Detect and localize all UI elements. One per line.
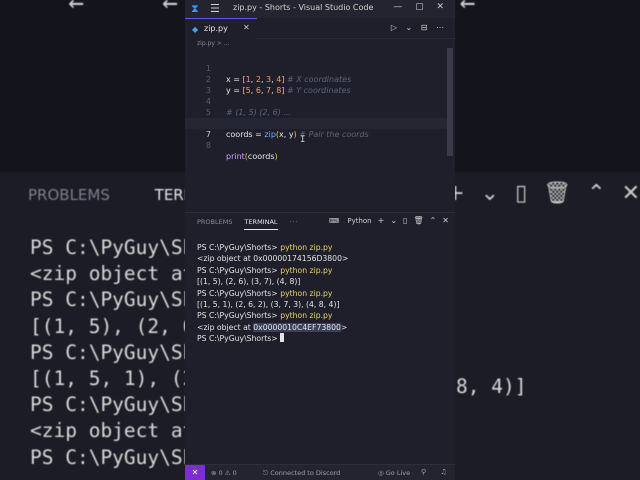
code-token: print [226, 152, 245, 161]
terminal-line: <zip object at 0x0000010C4EF73800> [197, 322, 348, 333]
terminal-command: python zip.py [280, 265, 333, 275]
background-line: PS C:\PyGuy\Sh [30, 393, 195, 417]
tab-problems[interactable]: PROBLEMS [197, 218, 232, 226]
terminal-command: python zip.py [280, 288, 333, 298]
shell-label: Python [347, 217, 372, 225]
terminal-line: PS C:\PyGuy\Shorts> python zip.py [197, 288, 348, 299]
background-chevron-down-icon: ⌄ [480, 181, 500, 206]
editor-tab-bar: ◆ zip.py ✕ ▷ ⌄ ⊟ ⋯ [185, 18, 455, 39]
terminal-prompt: PS C:\PyGuy\Shorts> [197, 265, 278, 275]
status-right-icons[interactable]: ⚲ ♫ [421, 468, 453, 476]
selected-text: 0x0000010C4EF73800 [253, 322, 341, 332]
background-line: <zip object at [30, 262, 195, 286]
add-terminal-icon[interactable]: + [378, 216, 385, 225]
bottom-panel: PROBLEMS TERMINAL ··· ⌨ Python + ⌄ ▯ 🗑 ⌃ ✕ PS C:… [185, 212, 455, 465]
current-code-line: 7 [185, 118, 447, 139]
window-controls[interactable]: — ▢ ✕ [393, 2, 449, 12]
broadcast-icon: ◎ [378, 469, 386, 477]
code-line: 5 [185, 96, 447, 117]
terminal-command: python zip.py [280, 243, 333, 252]
code-line: 1 x = [1, 2, 3, 4] # X coordinates [185, 52, 447, 84]
terminal-icon: ⌨ [329, 217, 340, 225]
tab-label: zip.py [204, 24, 228, 33]
tab-close-icon[interactable]: ✕ [243, 23, 250, 32]
code-line: 2 y = [5, 6, 7, 8] # Y coordinates [185, 63, 447, 95]
terminal-output[interactable]: PS C:\PyGuy\Shorts> python zip.py <zip ob… [197, 242, 348, 345]
terminal-shell-selector[interactable]: ⌨ Python [323, 217, 372, 225]
go-live-label: Go Live [385, 469, 411, 477]
background-panel-icons: + ⌄ ▯ 🗑 ⌃ ✕ [430, 181, 640, 206]
code-line: 3 [185, 74, 447, 95]
terminal-prompt: PS C:\PyGuy\Shorts> [197, 334, 278, 344]
editor-scrollbar[interactable] [447, 48, 453, 156]
background-line: [(1, 5, 1), (2 [30, 367, 195, 391]
background-line: [(1, 5), (2, 6 [30, 314, 195, 338]
tab-terminal[interactable]: TERMINAL [244, 218, 278, 230]
more-icon[interactable]: ··· [290, 218, 299, 226]
background-split-icon: ▯ [515, 181, 528, 206]
line-number: 8 [205, 141, 211, 150]
terminal-prompt: PS C:\PyGuy\Shorts> [197, 288, 278, 298]
background-chevron-up-icon: ⌃ [587, 181, 606, 206]
code-editor[interactable]: 1 x = [1, 2, 3, 4] # X coordinates 2 y =… [185, 48, 455, 212]
background-line: PS C:\PyGuy\Sh [30, 236, 195, 259]
vscode-logo-icon: ⧗ [191, 2, 199, 15]
background-line: PS C:\PyGuy\Sh [30, 445, 195, 469]
panel-actions: ⌨ Python + ⌄ ▯ 🗑 ⌃ ✕ [317, 216, 449, 225]
background-tab-problems: PROBLEMS [28, 186, 110, 204]
background-trash-icon: 🗑 [543, 181, 572, 206]
terminal-line: [(1, 5), (2, 6), (3, 7), (4, 8)] [197, 277, 301, 287]
window-title: zip.py - Shorts - Visual Studio Code [233, 3, 374, 12]
maximize-panel-icon[interactable]: ⌃ [430, 216, 437, 225]
go-live-button[interactable]: ◎ Go Live [378, 469, 410, 477]
close-panel-icon[interactable]: ✕ [442, 216, 449, 225]
terminal-line: PS C:\PyGuy\Shorts> python zip.py [197, 310, 348, 321]
terminal-line: PS C:\PyGuy\Shorts> python zip.py [197, 242, 348, 253]
background-line: PS C:\PyGuy\Sh [30, 340, 195, 364]
tab-zip-py[interactable]: ◆ zip.py ✕ [185, 18, 257, 39]
title-bar: ⧗ ☰ zip.py - Shorts - Visual Studio Code… [185, 0, 455, 18]
split-terminal-icon[interactable]: ▯ [403, 216, 407, 225]
terminal-line: PS C:\PyGuy\Shorts> python zip.py [197, 265, 348, 276]
mouse-ibeam-cursor: I [300, 135, 306, 145]
background-right-fragment: 8, 4)] [456, 375, 527, 398]
code-token: coords [247, 152, 275, 161]
discord-status[interactable]: ⎋ Connected to Discord [263, 469, 340, 478]
problems-count[interactable]: ⊗ 0 ⚠ 0 [211, 469, 237, 477]
code-line: 4 # (1, 5) (2, 6) ... [185, 85, 447, 117]
terminal-text: <zip object at [197, 322, 254, 332]
code-line: 8 print(coords) [185, 129, 447, 161]
python-file-icon: ◆ [192, 25, 199, 34]
background-line: <zip object at [30, 419, 195, 443]
terminal-line: PS C:\PyGuy\Shorts> [197, 333, 348, 344]
terminal-text: > [340, 322, 348, 332]
terminal-line: <zip object at 0x00000174156D3800> [197, 254, 349, 264]
terminal-cursor [280, 333, 285, 343]
trash-icon[interactable]: 🗑 [413, 216, 423, 225]
terminal-prompt: PS C:\PyGuy\Shorts> [197, 243, 278, 252]
editor-actions[interactable]: ▷ ⌄ ⊟ ⋯ [391, 23, 447, 32]
terminal-prompt: PS C:\PyGuy\Shorts> [197, 311, 278, 321]
chevron-down-icon[interactable]: ⌄ [390, 216, 397, 225]
menu-icon[interactable]: ☰ [210, 3, 222, 15]
vscode-window: ⧗ ☰ zip.py - Shorts - Visual Studio Code… [185, 0, 455, 480]
breadcrumb[interactable]: zip.py > ... [197, 40, 229, 47]
remote-indicator-icon[interactable]: ✕ [185, 465, 205, 480]
terminal-command: python zip.py [280, 311, 333, 321]
terminal-line: [(1, 5, 1), (2, 6, 2), (3, 7, 3), (4, 8,… [197, 300, 340, 310]
background-line: PS C:\PyGuy\Sh [30, 288, 195, 312]
background-terminal-lines: PS C:\PyGuy\Sh <zip object at PS C:\PyGuy\… [30, 235, 194, 471]
status-bar: ✕ ⊗ 0 ⚠ 0 ⎋ Connected to Discord ◎ Go Li… [185, 464, 455, 480]
code-line: 6 coords = zip(x, y) # Pair the coords [185, 107, 447, 139]
discord-status-label: Connected to Discord [270, 469, 341, 477]
panel-tabs: PROBLEMS TERMINAL ··· [197, 218, 311, 230]
background-close-icon: ✕ [621, 181, 640, 206]
